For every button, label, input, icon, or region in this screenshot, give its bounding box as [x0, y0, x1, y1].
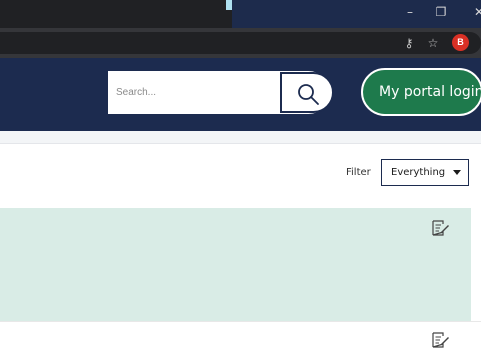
key-icon[interactable]: ⚷	[400, 34, 418, 52]
close-button[interactable]: ✕	[468, 4, 481, 20]
header-band	[0, 131, 481, 144]
edit-icon[interactable]	[432, 220, 450, 236]
filter-selected-value: Everything	[391, 167, 446, 178]
search-box	[108, 71, 334, 114]
browser-toolbar: ⚷ ☆ B	[0, 28, 481, 58]
site-header: My portal login	[0, 58, 481, 131]
my-portal-login-button[interactable]: My portal login	[361, 68, 481, 116]
filter-select[interactable]: Everything	[381, 159, 469, 186]
page-root: – ❐ ✕ ⚷ ☆ B My portal login Filter Every…	[0, 0, 481, 354]
result-card	[0, 208, 471, 321]
minimize-button[interactable]: –	[399, 4, 421, 20]
browser-titlebar: – ❐ ✕	[0, 0, 481, 28]
star-icon[interactable]: ☆	[424, 34, 442, 52]
search-icon	[298, 84, 319, 105]
row-divider	[0, 321, 481, 322]
search-button[interactable]	[280, 72, 334, 113]
filter-label: Filter	[346, 167, 371, 178]
restore-button[interactable]: ❐	[430, 4, 452, 20]
caret-down-icon	[453, 170, 461, 175]
edit-icon[interactable]	[432, 332, 450, 348]
search-input[interactable]	[108, 71, 278, 114]
profile-avatar[interactable]: B	[452, 34, 469, 51]
